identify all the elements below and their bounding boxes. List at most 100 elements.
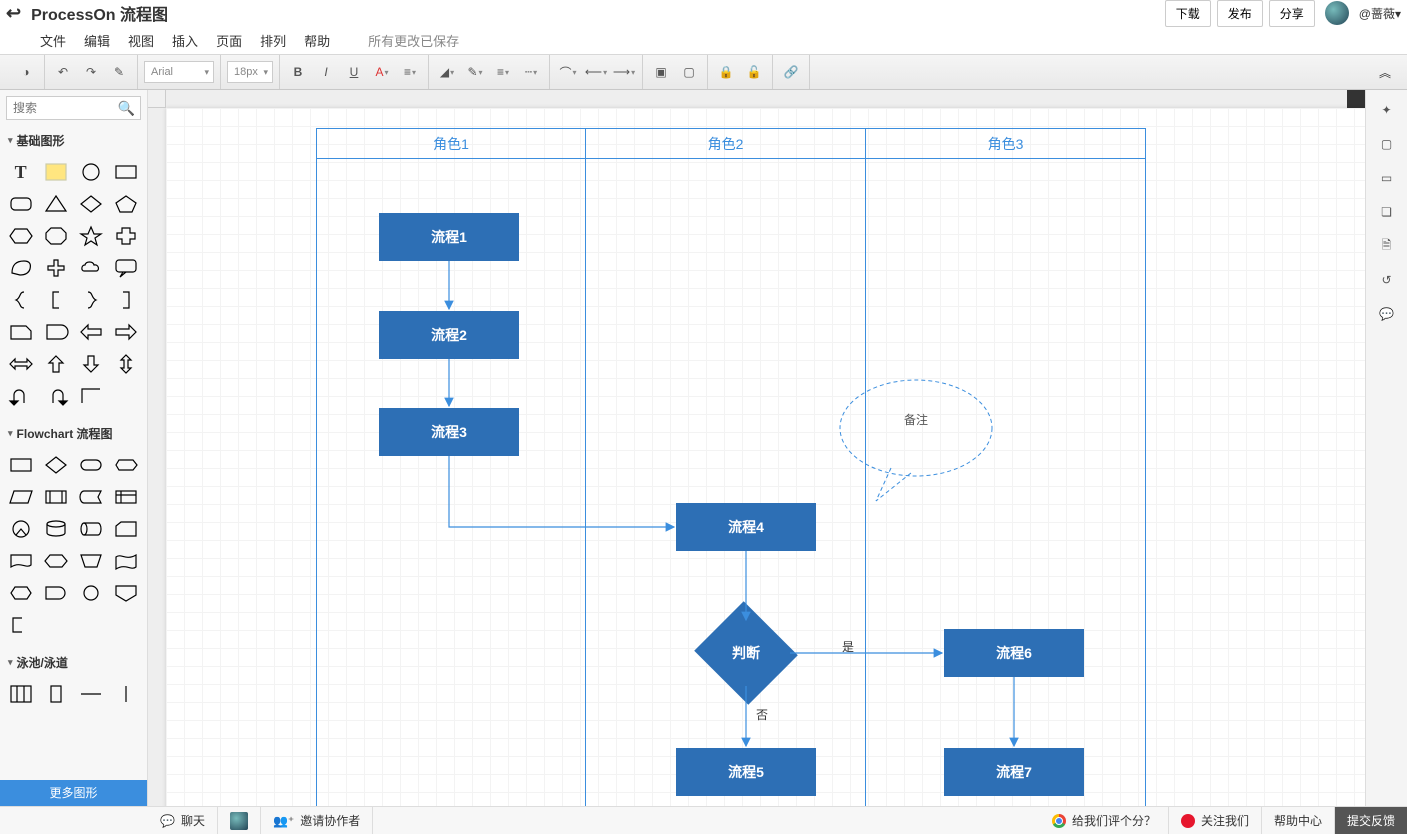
redo-icon[interactable]: ↷ bbox=[79, 60, 103, 84]
font-size-select[interactable]: 18px bbox=[227, 61, 273, 83]
shape-note[interactable] bbox=[39, 157, 72, 187]
shape-uturn-l[interactable] bbox=[4, 381, 37, 411]
line-color-icon[interactable]: ✎ bbox=[463, 60, 487, 84]
link-icon[interactable]: 🔗 bbox=[779, 60, 803, 84]
fill-color-icon[interactable]: ◢ bbox=[435, 60, 459, 84]
share-button[interactable]: 分享 bbox=[1269, 0, 1315, 27]
shape-arrow-down[interactable] bbox=[75, 349, 108, 379]
shape-triangle[interactable] bbox=[39, 189, 72, 219]
shape-text[interactable]: T bbox=[4, 157, 37, 187]
rate-us-link[interactable]: 给我们评个分？ bbox=[1040, 807, 1169, 834]
fc-manual[interactable] bbox=[75, 546, 108, 576]
fc-seq[interactable] bbox=[4, 514, 37, 544]
help-center-link[interactable]: 帮助中心 bbox=[1262, 807, 1335, 834]
font-color-icon[interactable]: A bbox=[370, 60, 394, 84]
fc-connector[interactable] bbox=[75, 578, 108, 608]
send-back-icon[interactable]: ▢ bbox=[677, 60, 701, 84]
node-process-5[interactable]: 流程5 bbox=[676, 748, 816, 796]
fc-decision[interactable] bbox=[39, 450, 72, 480]
fc-delay[interactable] bbox=[39, 578, 72, 608]
outline-icon[interactable]: ▢ bbox=[1377, 134, 1397, 154]
menu-arrange[interactable]: 排列 bbox=[260, 31, 286, 50]
shape-roundrect[interactable] bbox=[4, 189, 37, 219]
shape-plus[interactable] bbox=[39, 253, 72, 283]
swimlane-1-header[interactable]: 角色1 bbox=[317, 129, 585, 159]
shape-arrow-ud[interactable] bbox=[110, 349, 143, 379]
menu-help[interactable]: 帮助 bbox=[304, 31, 330, 50]
shape-card[interactable] bbox=[4, 317, 37, 347]
fc-card2[interactable] bbox=[110, 514, 143, 544]
undo-icon[interactable]: ↶ bbox=[51, 60, 75, 84]
menu-view[interactable]: 视图 bbox=[128, 31, 154, 50]
font-family-select[interactable]: Arial bbox=[144, 61, 214, 83]
user-name-label[interactable]: @蔷薇▾ bbox=[1359, 5, 1401, 22]
connector-curve-icon[interactable]: ⌒ bbox=[556, 60, 580, 84]
fc-database[interactable] bbox=[39, 514, 72, 544]
fc-process[interactable] bbox=[4, 450, 37, 480]
fc-offpage[interactable] bbox=[110, 578, 143, 608]
publish-button[interactable]: 发布 bbox=[1217, 0, 1263, 27]
chat-button[interactable]: 💬 聊天 bbox=[148, 807, 218, 834]
fc-loop[interactable] bbox=[4, 578, 37, 608]
swimlane-3-header[interactable]: 角色3 bbox=[866, 129, 1145, 159]
swimlane-2[interactable]: 角色2 bbox=[586, 128, 866, 806]
italic-icon[interactable]: I bbox=[314, 60, 338, 84]
underline-icon[interactable]: U bbox=[342, 60, 366, 84]
sl-sep-h[interactable] bbox=[75, 679, 108, 709]
fc-annot[interactable] bbox=[4, 610, 37, 640]
insert-shape-icon[interactable]: ◑ bbox=[14, 60, 38, 84]
shape-uturn-r[interactable] bbox=[39, 381, 72, 411]
shape-brace-l[interactable] bbox=[4, 285, 37, 315]
fc-predef[interactable] bbox=[39, 482, 72, 512]
node-process-6[interactable]: 流程6 bbox=[944, 629, 1084, 677]
shape-callout[interactable] bbox=[110, 253, 143, 283]
shape-star[interactable] bbox=[75, 221, 108, 251]
fc-display[interactable] bbox=[110, 450, 143, 480]
history-icon[interactable]: ↺ bbox=[1377, 270, 1397, 290]
line-style-icon[interactable]: ┄ bbox=[519, 60, 543, 84]
bold-icon[interactable]: B bbox=[286, 60, 310, 84]
search-icon[interactable]: 🔍 bbox=[118, 100, 135, 117]
node-process-2[interactable]: 流程2 bbox=[379, 311, 519, 359]
connector-end-icon[interactable]: ⟶ bbox=[612, 60, 636, 84]
node-process-4[interactable]: 流程4 bbox=[676, 503, 816, 551]
fc-data[interactable] bbox=[4, 482, 37, 512]
shape-drop[interactable] bbox=[39, 317, 72, 347]
invite-button[interactable]: 👥⁺ 邀请协作者 bbox=[261, 807, 373, 834]
shape-circle[interactable] bbox=[75, 157, 108, 187]
frame-icon[interactable]: ▭ bbox=[1377, 168, 1397, 188]
fc-document[interactable] bbox=[4, 546, 37, 576]
comment-icon[interactable]: 💬 bbox=[1377, 304, 1397, 324]
shape-pentagon[interactable] bbox=[110, 189, 143, 219]
fc-direct[interactable] bbox=[75, 514, 108, 544]
feedback-button[interactable]: 提交反馈 bbox=[1335, 807, 1407, 834]
category-basic[interactable]: 基础图形 bbox=[0, 126, 147, 155]
format-painter-icon[interactable]: ✎ bbox=[107, 60, 131, 84]
canvas[interactable]: 角色1 角色2 角色3 流程1 流程2 流程3 流程4 判断 流程5 流程6 流… bbox=[166, 108, 1365, 806]
fc-tape[interactable] bbox=[110, 546, 143, 576]
shape-bracket-l[interactable] bbox=[39, 285, 72, 315]
follow-us-link[interactable]: 关注我们 bbox=[1169, 807, 1262, 834]
menu-page[interactable]: 页面 bbox=[216, 31, 242, 50]
shape-arrow-right[interactable] bbox=[110, 317, 143, 347]
connector-start-icon[interactable]: ⟵ bbox=[584, 60, 608, 84]
shape-cloud[interactable] bbox=[75, 253, 108, 283]
more-shapes-button[interactable]: 更多图形 bbox=[0, 780, 147, 806]
node-decision[interactable]: 判断 bbox=[701, 618, 791, 688]
shape-pie[interactable] bbox=[4, 253, 37, 283]
shape-octagon[interactable] bbox=[39, 221, 72, 251]
shape-cross[interactable] bbox=[110, 221, 143, 251]
shape-brace-r[interactable] bbox=[75, 285, 108, 315]
swimlane-2-header[interactable]: 角色2 bbox=[586, 129, 865, 159]
category-flowchart[interactable]: Flowchart 流程图 bbox=[0, 419, 147, 448]
lock-icon[interactable]: 🔒 bbox=[714, 60, 738, 84]
navigator-icon[interactable]: ✦ bbox=[1377, 100, 1397, 120]
back-icon[interactable]: ↩ bbox=[6, 3, 21, 24]
category-swimlane[interactable]: 泳池/泳道 bbox=[0, 648, 147, 677]
note-callout[interactable]: 备注 bbox=[836, 373, 996, 483]
fc-terminator[interactable] bbox=[75, 450, 108, 480]
node-process-3[interactable]: 流程3 bbox=[379, 408, 519, 456]
node-process-1[interactable]: 流程1 bbox=[379, 213, 519, 261]
menu-insert[interactable]: 插入 bbox=[172, 31, 198, 50]
shape-corner[interactable] bbox=[75, 381, 108, 411]
